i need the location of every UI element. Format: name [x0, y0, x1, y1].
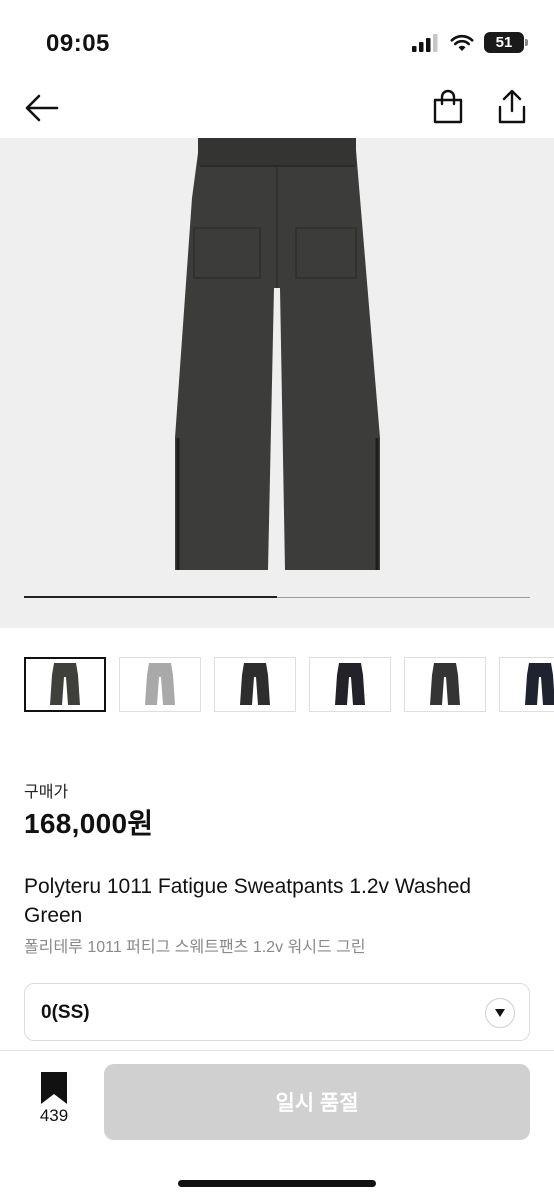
thumbnail-6[interactable] — [499, 657, 554, 712]
battery-icon: 51 — [484, 32, 528, 53]
thumbnail-2[interactable] — [119, 657, 201, 712]
thumbnail-pants-image — [335, 662, 365, 705]
dropdown-button[interactable] — [485, 998, 515, 1028]
shopping-bag-icon — [433, 89, 463, 124]
battery-level: 51 — [495, 34, 513, 51]
thumbnail-pants-image — [240, 662, 270, 705]
product-title: Polyteru 1011 Fatigue Sweatpants 1.2v Wa… — [24, 875, 472, 927]
gallery-progress-fill — [24, 596, 277, 598]
price-label: 구매가 — [24, 784, 69, 801]
thumbnail-pants-image — [430, 662, 460, 705]
sold-out-button[interactable]: 일시 품절 — [104, 1064, 530, 1140]
nav-bar — [0, 84, 554, 138]
bottom-bar-divider — [0, 1050, 554, 1051]
thumbnail-pants-image — [50, 662, 80, 705]
arrow-left-icon — [25, 94, 59, 122]
gallery-progress-bar — [24, 596, 530, 598]
size-select[interactable]: 0(SS) — [24, 983, 530, 1041]
status-icons: 51 — [412, 32, 528, 53]
thumbnail-pants-image — [145, 662, 175, 705]
bookmark-count: 439 — [39, 1106, 69, 1125]
shopping-bag-button[interactable] — [428, 86, 468, 128]
bookmark-icon — [41, 1072, 67, 1104]
status-bar: 09:05 51 — [0, 0, 554, 84]
size-select-value: 0(SS) — [41, 1002, 90, 1023]
product-image-gallery[interactable] — [0, 138, 554, 628]
thumbnail-4[interactable] — [309, 657, 391, 712]
thumbnail-5[interactable] — [404, 657, 486, 712]
wifi-icon — [450, 34, 474, 51]
caret-down-icon — [495, 1009, 505, 1017]
share-icon — [498, 89, 526, 124]
thumbnail-1[interactable] — [24, 657, 106, 712]
thumbnail-strip — [24, 657, 554, 713]
bookmark-button[interactable]: 439 — [28, 1072, 80, 1132]
thumbnail-pants-image — [525, 662, 554, 705]
cellular-signal-icon — [412, 33, 438, 52]
product-title-korean: 폴리테루 1011 퍼티그 스웨트팬츠 1.2v 워시드 그린 — [24, 939, 366, 956]
status-time: 09:05 — [46, 30, 110, 57]
product-main-image — [175, 138, 380, 570]
share-button[interactable] — [492, 86, 532, 128]
thumbnail-3[interactable] — [214, 657, 296, 712]
price-value: 168,000원 — [24, 808, 154, 839]
back-button[interactable] — [22, 88, 62, 128]
home-indicator — [178, 1180, 376, 1187]
